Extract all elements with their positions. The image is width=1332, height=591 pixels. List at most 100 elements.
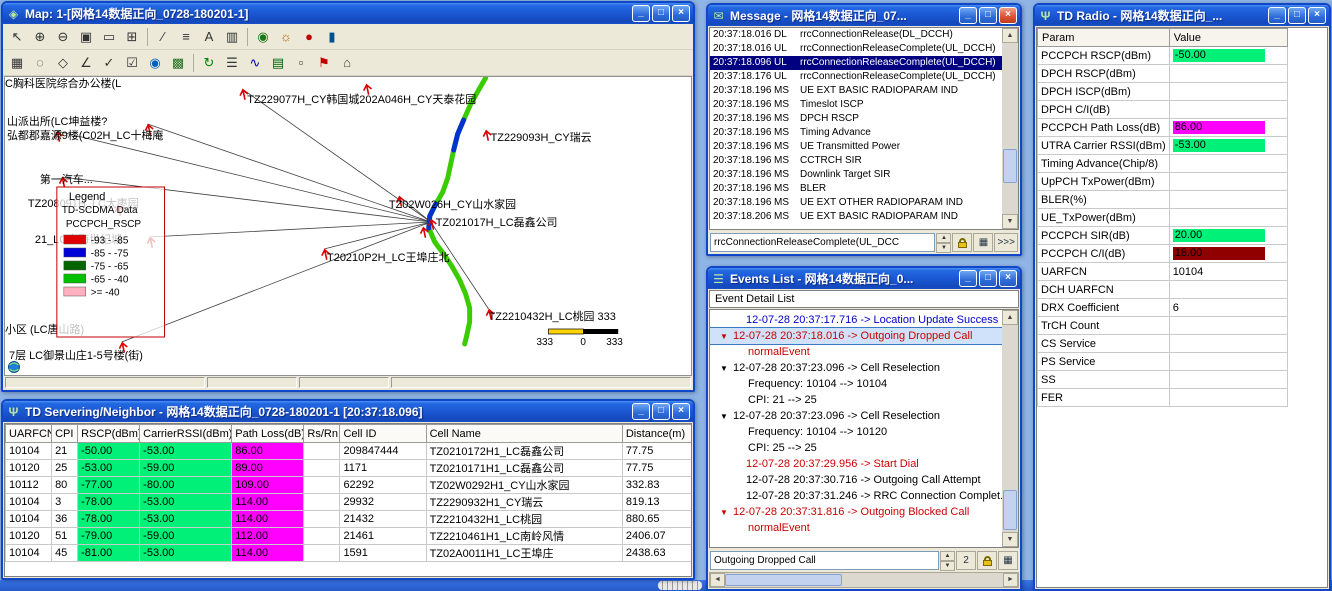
spin-up-icon[interactable]: ▲ [940, 551, 955, 561]
event-item[interactable]: CPI: 25 --> 25 [710, 440, 1002, 456]
message-vscrollbar[interactable]: ▲ ▼ [1002, 28, 1018, 229]
event-item[interactable]: normalEvent [710, 344, 1002, 360]
scroll-thumb[interactable] [1003, 490, 1017, 530]
mdi-hscrollbar-fragment[interactable] [658, 581, 702, 590]
stats-icon[interactable]: ▮ [321, 26, 343, 48]
select-polygon-icon[interactable]: ◇ [52, 52, 74, 74]
lock-button[interactable] [952, 233, 973, 252]
maximize-button[interactable]: □ [652, 5, 670, 22]
column-header[interactable]: UARFCN [5, 424, 53, 443]
events-filter-input[interactable] [710, 551, 939, 570]
message-row[interactable]: 20:37:18.016 UL rrcConnectionReleaseComple… [710, 42, 1002, 56]
event-item[interactable]: ▼ 12-07-28 20:37:18.016 -> Outgoing Dropp… [710, 327, 1002, 345]
column-header[interactable]: CPI [51, 424, 79, 443]
column-header[interactable]: RSCP(dBm) [77, 424, 141, 443]
message-row[interactable]: 20:37:18.196 MS DPCH RSCP [710, 112, 1002, 126]
close-button[interactable]: × [672, 403, 690, 420]
event-item[interactable]: CPI: 21 --> 25 [710, 392, 1002, 408]
event-item[interactable]: 12-07-28 20:37:29.956 -> Start Dial [710, 456, 1002, 472]
neighbor-row[interactable]: 10104 45 -81.00 -53.00 114.00 1591 TZ02A0011H1… [5, 544, 691, 562]
message-titlebar[interactable]: ✉ Message - 网格14数据正向_07... _ □ × [708, 5, 1020, 26]
spin-down-icon[interactable]: ▼ [940, 561, 955, 571]
tree-expand-icon[interactable]: ▼ [720, 332, 731, 341]
minimize-button[interactable]: _ [1268, 7, 1286, 24]
pan-icon[interactable]: ⊞ [121, 26, 143, 48]
filter-grid-button[interactable]: ▦ [998, 551, 1018, 570]
events-vscrollbar[interactable]: ▲ ▼ [1002, 310, 1018, 547]
message-row[interactable]: 20:37:18.196 MS UE EXT BASIC RADIOPARAM IN… [710, 84, 1002, 98]
scroll-up-icon[interactable]: ▲ [1002, 28, 1018, 43]
map-canvas[interactable]: C胸科医院综合办公楼(L TZ229077H_CY韩国城202A046H_CY天泰… [4, 76, 692, 376]
scroll-thumb[interactable] [1003, 149, 1017, 184]
zoom-out-icon[interactable]: ⊖ [52, 26, 74, 48]
flag-icon[interactable]: ⚑ [313, 52, 335, 74]
scroll-track[interactable] [725, 573, 1003, 587]
refresh-icon[interactable]: ↻ [198, 52, 220, 74]
message-row[interactable]: 20:37:18.196 MS Timeslot ISCP [710, 98, 1002, 112]
world-icon[interactable]: ◉ [252, 26, 274, 48]
home-icon[interactable]: ⌂ [336, 52, 358, 74]
maximize-button[interactable]: □ [652, 403, 670, 420]
column-header[interactable]: Cell Name [425, 424, 623, 443]
spin-down-icon[interactable]: ▼ [936, 243, 952, 253]
close-button[interactable]: × [999, 270, 1017, 287]
minimize-button[interactable]: _ [959, 7, 977, 24]
target-icon[interactable]: ◉ [144, 52, 166, 74]
map-svg[interactable]: C胸科医院综合办公楼(L TZ229077H_CY韩国城202A046H_CY天泰… [5, 77, 691, 375]
edit-check-icon[interactable]: ✓ [98, 52, 120, 74]
list-icon[interactable]: ☰ [221, 52, 243, 74]
close-button[interactable]: × [672, 5, 690, 22]
message-row[interactable]: 20:37:18.196 MS UE EXT OTHER RADIOPARAM IN… [710, 196, 1002, 210]
message-row[interactable]: 20:37:18.196 MS BLER [710, 182, 1002, 196]
tree-expand-icon[interactable]: ▼ [720, 508, 731, 517]
maximize-button[interactable]: □ [979, 7, 997, 24]
zoom-window-icon[interactable]: ▣ [75, 26, 97, 48]
select-arrow-icon[interactable]: ↖ [6, 26, 28, 48]
lock-button[interactable] [977, 551, 997, 570]
clipboard-icon[interactable]: ▥ [221, 26, 243, 48]
neighbor-row[interactable]: 10104 3 -78.00 -53.00 114.00 29932 TZ2290932H1… [5, 493, 691, 511]
neighbor-titlebar[interactable]: Ψ TD Servering/Neighbor - 网格14数据正向_0728-… [3, 401, 693, 422]
neighbor-row[interactable]: 10104 36 -78.00 -53.00 114.00 21432 TZ2210432H… [5, 510, 691, 528]
event-item[interactable]: Frequency: 10104 --> 10120 [710, 424, 1002, 440]
settings-icon[interactable]: ☼ [275, 26, 297, 48]
tree-expand-icon[interactable]: ▼ [720, 364, 731, 373]
maximize-button[interactable]: □ [979, 270, 997, 287]
column-header[interactable]: Cell ID [339, 424, 427, 443]
map-titlebar[interactable]: ◈ Map: 1-[网格14数据正向_0728-180201-1] _ □ × [3, 3, 693, 24]
message-row[interactable]: 20:37:18.196 MS Downlink Target SIR [710, 168, 1002, 182]
measure-icon[interactable]: ∕ [152, 26, 174, 48]
message-filter-input[interactable] [710, 233, 936, 252]
layers-green-icon[interactable]: ▤ [267, 52, 289, 74]
waveform-icon[interactable]: ∿ [244, 52, 266, 74]
column-header[interactable]: Distance(m) [621, 424, 691, 443]
message-row[interactable]: 20:37:18.206 MS UE EXT BASIC RADIOPARAM IN… [710, 210, 1002, 224]
event-item[interactable]: ▼ 12-07-28 20:37:23.096 -> Cell Reselecti… [710, 408, 1002, 424]
measure-angle-icon[interactable]: ∠ [75, 52, 97, 74]
neighbor-row[interactable]: 10120 51 -79.00 -59.00 112.00 21461 TZ2210461H… [5, 527, 691, 545]
scroll-right-icon[interactable]: ► [1003, 573, 1018, 587]
select-rect-icon[interactable]: ▦ [6, 52, 28, 74]
column-header[interactable]: CarrierRSSI(dBm) [139, 424, 233, 443]
scroll-track[interactable] [1002, 325, 1018, 532]
more-button[interactable]: >>> [994, 233, 1018, 252]
tree-expand-icon[interactable]: ▼ [720, 412, 731, 421]
maximize-button[interactable]: □ [1288, 7, 1306, 24]
message-row[interactable]: 20:37:18.196 MS Timing Advance [710, 126, 1002, 140]
radio-titlebar[interactable]: Ψ TD Radio - 网格14数据正向_... _ □ × [1035, 5, 1329, 26]
scroll-up-icon[interactable]: ▲ [1002, 310, 1018, 325]
message-row[interactable]: 20:37:18.096 UL rrcConnectionReleaseComple… [710, 56, 1002, 70]
message-row[interactable]: 20:37:18.196 MS CCTRCH SIR [710, 154, 1002, 168]
neighbor-row[interactable]: 10120 25 -53.00 -59.00 89.00 1171 TZ0210171H1_… [5, 459, 691, 477]
legend-tool-icon[interactable]: ▫ [290, 52, 312, 74]
column-header-param[interactable]: Param [1037, 28, 1170, 47]
column-header[interactable]: Path Loss(dB) [231, 424, 305, 443]
grid-green-icon[interactable]: ▩ [167, 52, 189, 74]
message-row[interactable]: 20:37:18.176 UL rrcConnectionReleaseComple… [710, 70, 1002, 84]
neighbor-row[interactable]: 10104 21 -50.00 -53.00 86.00 209847444 TZ02101… [5, 442, 691, 460]
message-row[interactable]: 20:37:18.016 DL rrcConnectionRelease(DL_DC… [710, 28, 1002, 42]
minimize-button[interactable]: _ [632, 5, 650, 22]
checkbox-icon[interactable]: ☑ [121, 52, 143, 74]
column-header-value[interactable]: Value [1168, 28, 1288, 47]
events-hscrollbar[interactable]: ◄ ► [709, 572, 1019, 588]
